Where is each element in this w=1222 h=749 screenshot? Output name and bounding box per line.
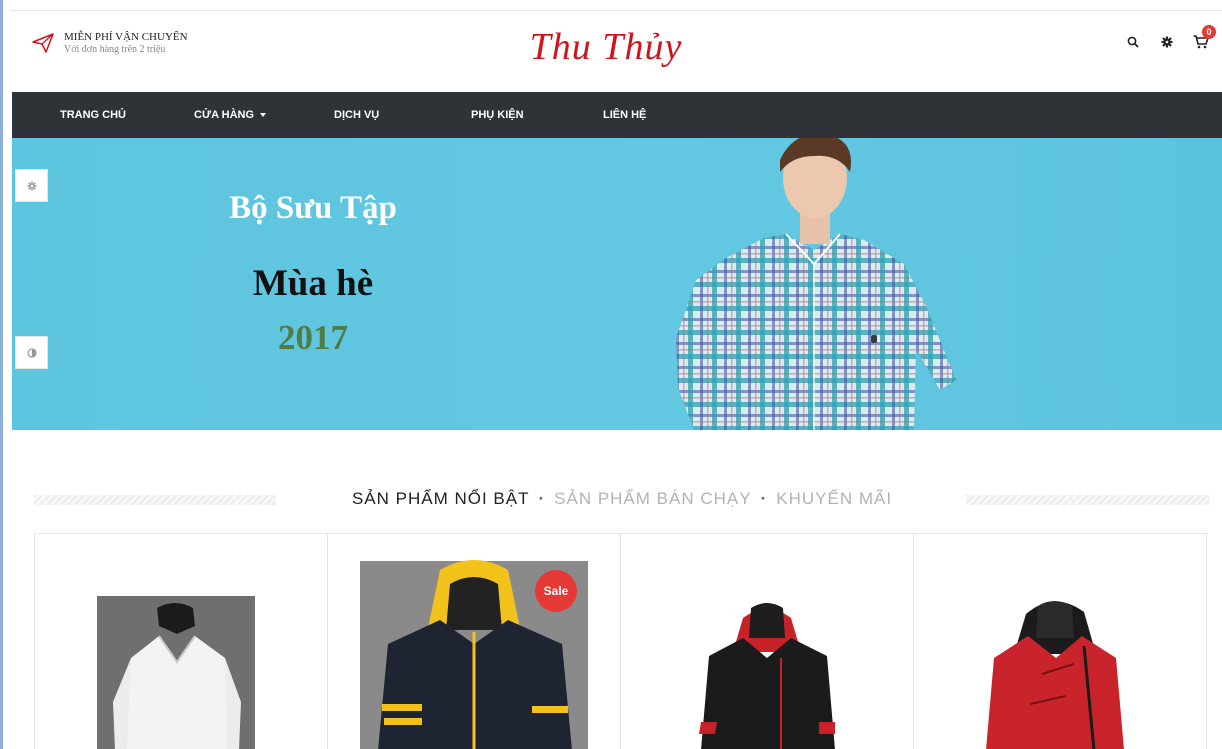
tab-separator: · xyxy=(760,489,768,508)
product-section-tabs: SẢN PHẨM NỔI BẬT · SẢN PHẨM BÁN CHẠY · KHUYẾ… xyxy=(34,485,1210,515)
main-nav: TRANG CHỦ CỬA HÀNG DỊCH VỤ PHỤ KIỆN LIÊN… xyxy=(12,92,1222,138)
tab-featured-products[interactable]: SẢN PHẨM NỔI BẬT xyxy=(352,489,530,508)
nav-item-accessories[interactable]: PHỤ KIỆN xyxy=(471,92,524,138)
product-image-black-yellow-hoodie[interactable] xyxy=(328,534,621,749)
site-logo-text[interactable]: Thu Thủy xyxy=(530,25,683,69)
sale-badge: Sale xyxy=(535,570,577,612)
banner-collection-title: Bộ Sưu Tập xyxy=(229,190,397,226)
product-card[interactable] xyxy=(914,534,1207,749)
product-image-white-sweater[interactable] xyxy=(35,534,328,749)
site-logo[interactable]: Thu Thủy xyxy=(10,25,1222,69)
product-grid: Sale xyxy=(34,533,1208,749)
nav-item-services[interactable]: DỊCH VỤ xyxy=(334,92,379,138)
tab-separator: · xyxy=(538,489,546,508)
top-header: MIỄN PHÍ VẬN CHUYỂN Với đơn hàng trên 2 … xyxy=(10,10,1222,92)
product-card[interactable] xyxy=(621,534,914,749)
cart-count-badge: 0 xyxy=(1202,25,1216,39)
product-card[interactable] xyxy=(35,534,328,749)
product-card[interactable]: Sale xyxy=(328,534,621,749)
cart-icon[interactable]: 0 xyxy=(1192,25,1216,51)
gear-icon[interactable] xyxy=(1158,33,1176,51)
nav-item-shop-label[interactable]: CỬA HÀNG xyxy=(194,109,254,121)
chevron-down-icon xyxy=(260,113,267,118)
banner-year: 2017 xyxy=(278,318,348,357)
hero-banner[interactable]: Bộ Sưu Tập Mùa hè 2017 xyxy=(12,138,1222,430)
window-left-border xyxy=(0,0,3,749)
nav-item-shop[interactable]: CỬA HÀNG xyxy=(194,92,267,138)
nav-item-contact[interactable]: LIÊN HỆ xyxy=(603,92,646,138)
tab-promotions[interactable]: KHUYẾN MÃI xyxy=(776,489,892,508)
tab-best-sellers[interactable]: SẢN PHẨM BÁN CHẠY xyxy=(554,489,751,508)
banner-model-image xyxy=(676,138,956,430)
nav-item-home[interactable]: TRANG CHỦ xyxy=(60,92,126,138)
search-icon[interactable] xyxy=(1124,33,1142,51)
gear-icon xyxy=(26,180,37,191)
product-image-red-hoodie[interactable] xyxy=(914,534,1207,749)
header-icons: 0 xyxy=(1124,25,1216,51)
banner-season-title: Mùa hè xyxy=(252,263,374,304)
product-image-black-red-hoodie[interactable] xyxy=(621,534,914,749)
